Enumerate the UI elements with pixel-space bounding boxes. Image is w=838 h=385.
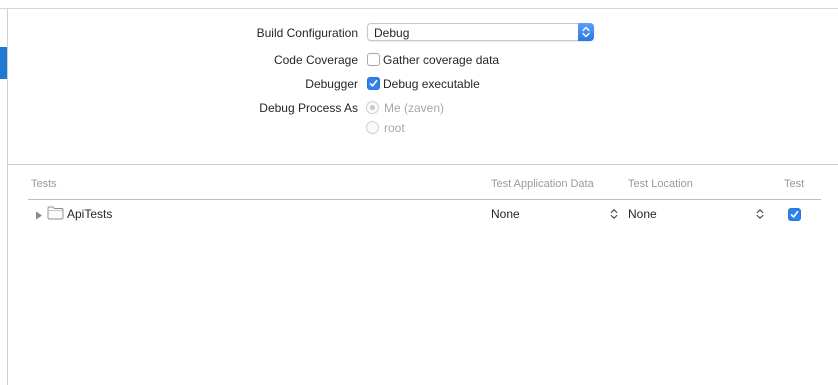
popup-arrows-icon	[578, 23, 594, 41]
column-header-test[interactable]: Test	[784, 178, 804, 190]
sidebar-selection-indicator	[0, 47, 7, 79]
build-configuration-label: Build Configuration	[256, 26, 358, 40]
debugger-label: Debugger	[305, 77, 358, 91]
column-header-test-location[interactable]: Test Location	[628, 178, 693, 190]
test-application-data-value[interactable]: None	[491, 207, 520, 221]
build-configuration-value: Debug	[374, 26, 410, 40]
test-enabled-checkbox[interactable]	[788, 208, 801, 221]
radio-me-label[interactable]: Me (zaven)	[384, 101, 444, 115]
disclosure-triangle-icon[interactable]	[35, 209, 43, 223]
gather-coverage-checkbox[interactable]	[367, 53, 380, 66]
debug-executable-checkbox[interactable]	[367, 77, 380, 90]
test-name: ApiTests	[67, 207, 113, 221]
table-row[interactable]	[28, 203, 838, 225]
left-border	[7, 9, 8, 385]
code-coverage-label: Code Coverage	[273, 53, 358, 67]
table-header-divider	[28, 199, 821, 200]
gather-coverage-label[interactable]: Gather coverage data	[383, 53, 499, 67]
build-configuration-popup[interactable]: Debug	[367, 23, 594, 41]
radio-selected-dot	[370, 105, 375, 110]
column-header-test-application-data[interactable]: Test Application Data	[491, 178, 594, 190]
debug-process-as-label: Debug Process As	[259, 101, 358, 115]
stepper-icon[interactable]	[610, 208, 618, 220]
checkmark-icon	[369, 80, 378, 87]
section-divider	[8, 164, 838, 165]
column-header-tests[interactable]: Tests	[31, 178, 57, 190]
folder-icon	[47, 206, 64, 223]
radio-me[interactable]	[366, 101, 379, 114]
checkmark-icon	[790, 211, 799, 218]
radio-root[interactable]	[366, 121, 379, 134]
stepper-icon[interactable]	[756, 208, 764, 220]
radio-root-label[interactable]: root	[384, 121, 405, 135]
debug-executable-label[interactable]: Debug executable	[383, 77, 480, 91]
top-divider	[0, 8, 838, 9]
test-location-value[interactable]: None	[628, 207, 657, 221]
